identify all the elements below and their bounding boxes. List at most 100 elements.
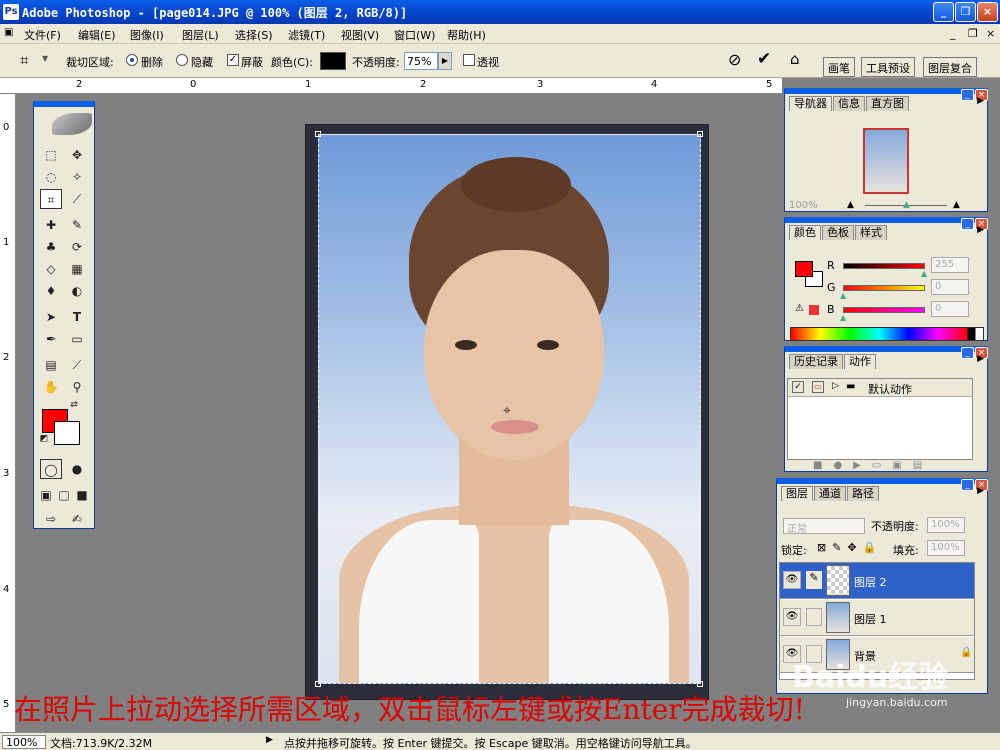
brush-link-icon[interactable]: ✎ <box>806 571 822 589</box>
magic-wand-icon[interactable]: ✧ <box>66 167 88 187</box>
palette-well-layer-comps[interactable]: 图层复合 <box>923 57 977 77</box>
dodge-tool-icon[interactable]: ◐ <box>66 281 88 301</box>
panel-minimize-button[interactable]: _ <box>961 89 974 101</box>
menu-window[interactable]: 窗口(W) <box>394 27 435 43</box>
healing-brush-icon[interactable]: ✚ <box>40 215 62 235</box>
history-brush-icon[interactable]: ⟳ <box>66 237 88 257</box>
layer-opacity-input[interactable]: 100% <box>927 517 965 533</box>
menu-file[interactable]: 文件(F) <box>24 27 61 43</box>
panel-menu-icon[interactable]: ▶ <box>977 225 984 235</box>
slider-thumb-icon[interactable]: ▲ <box>840 313 846 322</box>
channel-r-slider[interactable] <box>843 263 925 269</box>
slice-tool-icon[interactable]: ⟋ <box>66 189 88 209</box>
swap-colors-icon[interactable]: ⇄ <box>68 399 80 411</box>
hide-radio[interactable] <box>176 54 188 66</box>
crop-icon[interactable]: ⌗ <box>20 51 28 69</box>
pen-tool-icon[interactable]: ✒ <box>40 329 62 349</box>
menu-select[interactable]: 选择(S) <box>235 27 273 43</box>
actions-toolbar[interactable]: ■●▶▭▣▤ <box>785 460 987 474</box>
crop-handle-top-right[interactable] <box>697 131 703 137</box>
menu-filter[interactable]: 滤镜(T) <box>288 27 325 43</box>
crop-handle-top-left[interactable] <box>315 131 321 137</box>
channel-g-slider[interactable] <box>843 285 925 291</box>
navigator-zoom[interactable]: 100% <box>789 200 818 211</box>
color-fg-swatch[interactable] <box>795 261 813 277</box>
panel-minimize-button[interactable]: _ <box>961 347 974 359</box>
panel-minimize-button[interactable]: _ <box>961 479 974 491</box>
screen-mode-full-icon[interactable]: ■ <box>74 485 90 505</box>
slider-thumb-icon[interactable]: ▲ <box>840 291 846 300</box>
zoom-slider-thumb-icon[interactable]: ▲ <box>903 200 910 210</box>
tab-channels[interactable]: 通道 <box>814 486 846 501</box>
lasso-tool-icon[interactable]: ◌ <box>40 167 62 187</box>
gamut-swatch[interactable] <box>809 305 819 315</box>
tab-history[interactable]: 历史记录 <box>789 354 843 369</box>
layer-thumbnail[interactable] <box>826 602 850 633</box>
minimize-button[interactable]: _ <box>933 2 954 22</box>
menu-view[interactable]: 视图(V) <box>341 27 379 43</box>
ruler-horizontal[interactable]: 2 0 1 2 3 4 5 <box>0 78 782 94</box>
palette-well-tool-presets[interactable]: 工具预设 <box>861 57 915 77</box>
shield-color-swatch[interactable] <box>320 52 346 70</box>
chevron-right-icon[interactable]: ▷ <box>832 381 839 391</box>
file-browser-icon[interactable]: ⌂ <box>790 50 800 68</box>
notes-tool-icon[interactable]: ▤ <box>40 355 62 375</box>
lock-icons[interactable]: ⊠✎✥🔒 <box>817 541 882 554</box>
panel-minimize-button[interactable]: _ <box>961 218 974 230</box>
status-arrow-icon[interactable]: ▶ <box>266 735 273 745</box>
fill-input[interactable]: 100% <box>927 540 965 556</box>
layer-row-1[interactable]: 👁 图层 1 <box>780 600 974 636</box>
clone-stamp-icon[interactable]: ♣ <box>40 237 62 257</box>
ps-icon[interactable]: Ps <box>3 4 19 20</box>
zoom-in-icon[interactable]: ▲ <box>953 200 960 210</box>
layer-row-2[interactable]: 👁 ✎ 图层 2 <box>780 563 974 599</box>
tab-swatches[interactable]: 色板 <box>822 225 854 240</box>
doc-menu-icon[interactable]: ▣ <box>4 27 13 38</box>
jump-to-imageready-icon[interactable]: ⇨ <box>40 509 62 529</box>
list-item[interactable]: ✓ ▭ ▷ ▬ 默认动作 <box>788 379 972 397</box>
edit-in-imageready-icon[interactable]: ✍ <box>66 509 88 529</box>
channel-g-input[interactable]: 0 <box>931 279 969 295</box>
tab-histogram[interactable]: 直方图 <box>866 96 909 111</box>
opacity-arrow-icon[interactable]: ▶ <box>438 52 452 70</box>
dialog-toggle-icon[interactable]: ▭ <box>812 381 824 393</box>
tab-actions[interactable]: 动作 <box>844 354 876 369</box>
blend-mode-select[interactable]: 正常 <box>783 518 865 535</box>
visibility-eye-icon[interactable]: 👁 <box>783 608 801 626</box>
path-select-icon[interactable]: ➤ <box>40 307 62 327</box>
maximize-button[interactable]: ❐ <box>955 2 976 22</box>
rotation-center-icon[interactable]: ⌖ <box>503 403 511 419</box>
tab-info[interactable]: 信息 <box>833 96 865 111</box>
marquee-tool-icon[interactable]: ⬚ <box>40 145 62 165</box>
standard-mode-icon[interactable]: ◯ <box>40 459 62 479</box>
mdi-minimize-button[interactable]: _ <box>950 27 956 40</box>
crop-tool-icon[interactable]: ⌗ <box>40 189 62 209</box>
feather-logo-icon[interactable] <box>52 113 92 135</box>
quickmask-mode-icon[interactable]: ● <box>66 459 88 479</box>
mdi-close-button[interactable]: × <box>986 27 995 40</box>
link-box[interactable] <box>806 608 822 626</box>
tab-color[interactable]: 颜色 <box>789 225 821 240</box>
move-tool-icon[interactable]: ✥ <box>66 145 88 165</box>
default-colors-icon[interactable]: ◩ <box>38 433 50 445</box>
tab-layers[interactable]: 图层 <box>781 486 813 501</box>
shape-tool-icon[interactable]: ▭ <box>66 329 88 349</box>
brush-tool-icon[interactable]: ✎ <box>66 215 88 235</box>
cancel-icon[interactable]: ⊘ <box>728 50 741 69</box>
tab-styles[interactable]: 样式 <box>855 225 887 240</box>
channel-b-slider[interactable] <box>843 307 925 313</box>
hand-tool-icon[interactable]: ✋ <box>40 377 62 397</box>
zoom-tool-icon[interactable]: ⚲ <box>66 377 88 397</box>
eyedropper-icon[interactable]: ⟋ <box>66 355 88 375</box>
color-ramp[interactable] <box>790 327 984 341</box>
eraser-tool-icon[interactable]: ◇ <box>40 259 62 279</box>
tab-navigator[interactable]: 导航器 <box>789 96 832 111</box>
panel-menu-icon[interactable]: ▶ <box>977 96 984 106</box>
type-tool-icon[interactable]: T <box>66 307 88 327</box>
channel-r-input[interactable]: 255 <box>931 257 969 273</box>
status-zoom[interactable]: 100% <box>2 735 46 749</box>
crop-handle-bottom-right[interactable] <box>697 681 703 687</box>
palette-well-brushes[interactable]: 画笔 <box>823 57 855 77</box>
navigator-thumbnail[interactable] <box>863 128 909 194</box>
panel-menu-icon[interactable]: ▶ <box>977 354 984 364</box>
